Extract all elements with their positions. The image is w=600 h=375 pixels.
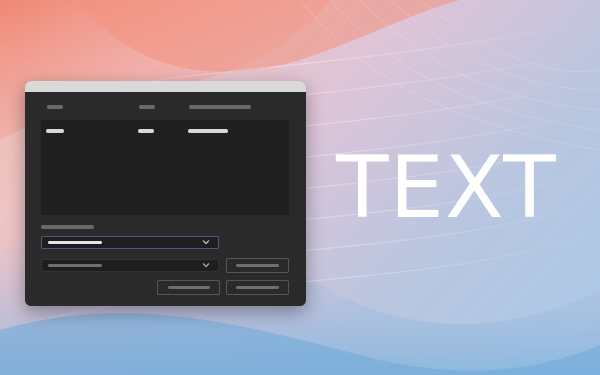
column-header-3[interactable] <box>189 105 251 109</box>
secondary-select[interactable] <box>41 259 219 272</box>
chevron-down-icon <box>202 263 210 268</box>
column-header-1[interactable] <box>47 105 63 109</box>
section-label <box>41 225 94 229</box>
list-item-cell-1[interactable] <box>46 129 64 133</box>
list-item-cell-2[interactable] <box>138 129 154 133</box>
side-action-button-label <box>236 264 279 267</box>
dialog-titlebar[interactable] <box>25 81 306 92</box>
side-action-button[interactable] <box>226 258 289 273</box>
secondary-select-value <box>48 264 102 267</box>
dialog-window <box>25 81 306 306</box>
overlay-text: TEXT <box>336 138 557 238</box>
cancel-button[interactable] <box>226 280 289 295</box>
chevron-down-icon <box>202 240 210 245</box>
ok-button[interactable] <box>157 280 220 295</box>
column-header-2[interactable] <box>139 105 155 109</box>
primary-select-value <box>48 241 102 244</box>
cancel-button-label <box>236 286 279 289</box>
item-list[interactable] <box>41 120 289 215</box>
list-item-cell-3[interactable] <box>188 129 228 133</box>
ok-button-label <box>168 286 210 289</box>
primary-select[interactable] <box>41 236 219 249</box>
